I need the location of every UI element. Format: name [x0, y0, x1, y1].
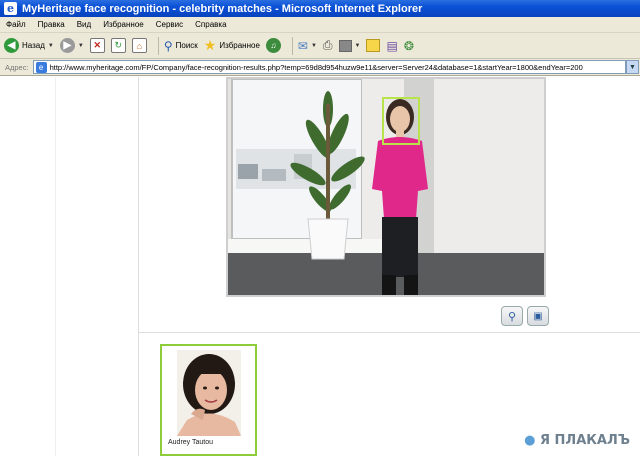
edit-button[interactable]: ▼ [338, 36, 361, 56]
back-button[interactable]: ◀ Назад ▼ [4, 36, 54, 56]
refresh-icon: ↻ [110, 38, 126, 53]
home-button[interactable]: ⌂ [131, 36, 147, 56]
favorites-label: Избранное [219, 41, 260, 50]
toolbar-separator [157, 36, 159, 55]
mail-dropdown-icon[interactable]: ▼ [311, 43, 317, 49]
back-label: Назад [22, 41, 45, 50]
address-bar: Адрес: e http://www.myheritage.com/FP/Co… [0, 59, 640, 76]
watermark: ● Я ПЛАКАЛЪ [524, 433, 630, 448]
page-content: ⚲ ▣ Audrey Tautou ● Я ПЛАКАЛЪ [0, 77, 640, 456]
stop-button[interactable]: ✕ [89, 36, 105, 56]
menu-file[interactable]: Файл [6, 20, 26, 29]
stop-icon: ✕ [89, 38, 105, 53]
menu-view[interactable]: Вид [77, 20, 91, 29]
back-dropdown-icon[interactable]: ▼ [48, 43, 54, 49]
home-icon: ⌂ [131, 38, 147, 53]
window-title: MyHeritage face recognition - celebrity … [22, 2, 423, 15]
address-input[interactable]: e http://www.myheritage.com/FP/Company/f… [32, 60, 626, 74]
media-button[interactable]: ♫ [265, 36, 281, 56]
research-icon: ▤ [386, 38, 398, 53]
droplet-icon: ● [524, 433, 536, 448]
fit-view-icon: ▣ [533, 310, 543, 322]
watermark-text: Я ПЛАКАЛЪ [540, 433, 630, 448]
edit-dropdown-icon[interactable]: ▼ [355, 43, 361, 49]
search-icon: ⚲ [163, 38, 173, 53]
search-label: Поиск [175, 41, 198, 50]
forward-dropdown-icon[interactable]: ▼ [78, 43, 84, 49]
mail-icon: ✉ [297, 38, 308, 53]
menu-tools[interactable]: Сервис [156, 20, 183, 29]
celebrity-photo-image [177, 350, 241, 436]
fit-view-button[interactable]: ▣ [527, 306, 549, 326]
refresh-button[interactable]: ↻ [110, 36, 126, 56]
back-arrow-icon: ◀ [4, 38, 19, 53]
menu-favorites[interactable]: Избранное [103, 20, 144, 29]
menu-edit[interactable]: Правка [38, 20, 65, 29]
page-icon: e [35, 61, 47, 73]
notes-button[interactable] [366, 36, 381, 56]
title-bar: e MyHeritage face recognition - celebrit… [0, 0, 640, 17]
print-button[interactable]: ⎙ [323, 36, 333, 56]
messenger-button[interactable]: ❂ [404, 36, 414, 56]
zoom-in-button[interactable]: ⚲ [501, 306, 523, 326]
research-button[interactable]: ▤ [386, 36, 397, 56]
left-column [55, 77, 139, 456]
toolbar-separator [291, 36, 293, 55]
note-icon [366, 39, 381, 52]
celebrity-match-card[interactable]: Audrey Tautou [160, 344, 257, 456]
celebrity-photo [177, 350, 241, 436]
forward-button[interactable]: ▶ ▼ [59, 36, 84, 56]
ie-logo-icon: e [4, 2, 17, 15]
forward-arrow-icon: ▶ [59, 38, 75, 53]
menu-bar: Файл Правка Вид Избранное Сервис Справка [0, 17, 640, 33]
mail-button[interactable]: ✉ ▼ [298, 36, 317, 56]
edit-icon [338, 39, 352, 52]
browser-window: e MyHeritage face recognition - celebrit… [0, 0, 640, 456]
media-icon: ♫ [265, 38, 281, 53]
print-icon: ⎙ [322, 38, 333, 52]
address-url: http://www.myheritage.com/FP/Company/fac… [49, 62, 583, 72]
messenger-icon: ❂ [403, 38, 414, 53]
celebrity-name: Audrey Tautou [168, 439, 214, 446]
address-label: Адрес: [5, 62, 29, 72]
section-divider [139, 332, 640, 333]
search-button[interactable]: ⚲ Поиск [164, 36, 198, 56]
magnifier-icon: ⚲ [507, 310, 517, 323]
address-dropdown-icon[interactable]: ▼ [626, 60, 639, 74]
uploaded-photo-image [228, 79, 544, 295]
uploaded-photo [226, 77, 546, 297]
favorites-button[interactable]: ★ Избранное [204, 36, 260, 56]
toolbar: ◀ Назад ▼ ▶ ▼ ✕ ↻ ⌂ ⚲ Поиск ★ Избранное … [0, 33, 640, 59]
favorites-star-icon: ★ [203, 37, 217, 53]
menu-help[interactable]: Справка [195, 20, 226, 29]
